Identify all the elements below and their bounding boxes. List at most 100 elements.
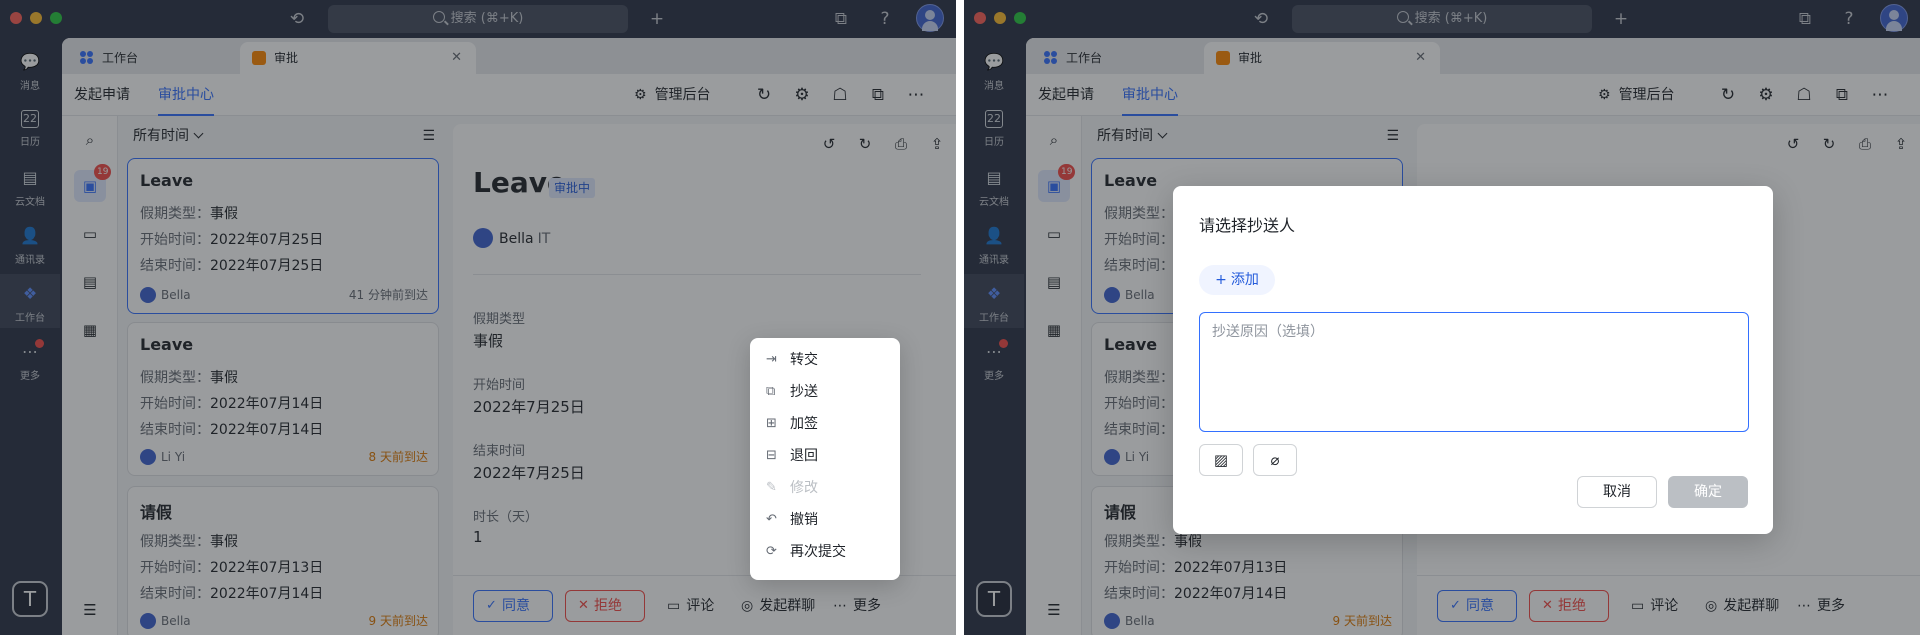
close-window-button[interactable] [974, 12, 986, 24]
close-tab-icon[interactable]: ✕ [451, 42, 462, 74]
tab-approval-center[interactable]: 审批中心 [158, 74, 214, 116]
tab-approval[interactable]: 审批 ✕ [240, 42, 476, 74]
menu-item-resubmit[interactable]: ⟳ 再次提交 [756, 536, 894, 568]
group-chat-button[interactable]: ◎ 发起群聊 [741, 590, 815, 622]
menu-item-revoke[interactable]: ↶ 撤销 [756, 504, 894, 536]
rail-item-docs[interactable]: ▤ 云文档 [964, 158, 1024, 212]
rail-item-workplace[interactable]: ❖ 工作台 [964, 274, 1024, 328]
tab-submit-request[interactable]: 发起申请 [74, 74, 130, 116]
pending-approvals-icon[interactable]: ▣ 19 [1038, 164, 1076, 202]
screen-share-icon[interactable]: ⧉ [830, 8, 852, 30]
more-options-icon[interactable]: ⋯ [1870, 85, 1890, 105]
workspace-avatar[interactable]: T [12, 581, 48, 617]
settings-icon[interactable]: ⚙ [792, 85, 812, 105]
global-search-input[interactable]: 搜索 (⌘+K) [328, 5, 628, 33]
workspace-avatar[interactable]: T [976, 581, 1012, 617]
rail-item-docs[interactable]: ▤ 云文档 [0, 158, 60, 212]
share-icon[interactable]: ⇪ [927, 134, 947, 154]
help-icon[interactable]: ? [1838, 8, 1860, 30]
more-actions-button[interactable]: ⋯ 更多 [833, 590, 881, 622]
sort-icon[interactable]: ☰ [422, 128, 435, 144]
rail-item-calendar[interactable]: 22 日历 [964, 100, 1024, 154]
rail-item-more[interactable]: ⋯ 更多 [0, 332, 60, 386]
close-window-button[interactable] [10, 12, 22, 24]
admin-console-link[interactable]: ⚙ 管理后台 [1598, 74, 1675, 116]
print-icon[interactable]: ⎙ [1855, 134, 1875, 154]
recall-icon[interactable]: ↺ [1783, 134, 1803, 154]
search-icon[interactable]: ⌕ [1038, 124, 1070, 156]
list-toggle-icon[interactable]: ☰ [1038, 594, 1070, 626]
refresh-detail-icon[interactable]: ↻ [1819, 134, 1839, 154]
reject-button[interactable]: ✕ 拒绝 [1529, 590, 1609, 622]
rail-item-contacts[interactable]: 👤 通讯录 [964, 216, 1024, 270]
tab-approval-center[interactable]: 审批中心 [1122, 74, 1178, 116]
tab-submit-request[interactable]: 发起申请 [1038, 74, 1094, 116]
split-view-icon[interactable]: ⧉ [1832, 85, 1852, 105]
split-view-icon[interactable]: ⧉ [868, 85, 888, 105]
sort-icon[interactable]: ☰ [1386, 128, 1399, 144]
cc-reason-input[interactable] [1199, 312, 1749, 432]
cc-inbox-icon[interactable]: ▦ [74, 314, 106, 346]
refresh-icon[interactable]: ↻ [1718, 85, 1738, 105]
rail-item-messages[interactable]: 💬 消息 [964, 42, 1024, 96]
search-icon[interactable]: ⌕ [74, 124, 106, 156]
menu-item-add-signer[interactable]: ⊞ 加签 [756, 408, 894, 440]
pending-approvals-icon[interactable]: ▣ 19 [74, 164, 112, 202]
print-icon[interactable]: ⎙ [891, 134, 911, 154]
history-icon[interactable]: ⟲ [286, 8, 308, 30]
attach-file-button[interactable]: ⌀ [1253, 444, 1297, 476]
new-plus-icon[interactable]: + [646, 8, 668, 30]
menu-item-return[interactable]: ⊟ 退回 [756, 440, 894, 472]
approval-card[interactable]: Leave 假期类型：事假 开始时间：2022年07月25日 结束时间：2022… [127, 158, 439, 314]
menu-item-cc[interactable]: ⧉ 抄送 [756, 376, 894, 408]
confirm-button[interactable]: 确定 [1668, 476, 1748, 508]
time-filter-dropdown[interactable]: 所有时间 [133, 116, 204, 156]
zoom-window-button[interactable] [1014, 12, 1026, 24]
rail-item-more[interactable]: ⋯ 更多 [964, 332, 1024, 386]
zoom-window-button[interactable] [50, 12, 62, 24]
close-tab-icon[interactable]: ✕ [1415, 42, 1426, 74]
rail-item-contacts[interactable]: 👤 通讯录 [0, 216, 60, 270]
add-recipient-button[interactable]: + 添加 [1199, 265, 1275, 295]
insert-image-button[interactable]: ▨ [1199, 444, 1243, 476]
rail-item-calendar[interactable]: 22 日历 [0, 100, 60, 154]
approve-button[interactable]: ✓ 同意 [1437, 590, 1517, 622]
help-icon[interactable]: ? [874, 8, 896, 30]
tab-workplace[interactable]: 工作台 [1032, 42, 1204, 74]
submitted-icon[interactable]: ▤ [74, 266, 106, 298]
more-actions-button[interactable]: ⋯ 更多 [1797, 590, 1845, 622]
group-chat-button[interactable]: ◎ 发起群聊 [1705, 590, 1779, 622]
comment-button[interactable]: ▭ 评论 [1631, 590, 1678, 622]
user-avatar[interactable] [916, 4, 944, 32]
user-avatar[interactable] [1880, 4, 1908, 32]
time-filter-dropdown[interactable]: 所有时间 [1097, 116, 1168, 156]
new-plus-icon[interactable]: + [1610, 8, 1632, 30]
archive-icon[interactable]: ▭ [74, 218, 106, 250]
recall-icon[interactable]: ↺ [819, 134, 839, 154]
approval-card[interactable]: Leave 假期类型：事假 开始时间：2022年07月14日 结束时间：2022… [127, 322, 439, 476]
rail-item-workplace[interactable]: ❖ 工作台 [0, 274, 60, 328]
refresh-icon[interactable]: ↻ [754, 85, 774, 105]
approve-button[interactable]: ✓ 同意 [473, 590, 553, 622]
cancel-button[interactable]: 取消 [1577, 476, 1657, 508]
tab-approval[interactable]: 审批 ✕ [1204, 42, 1440, 74]
comment-button[interactable]: ▭ 评论 [667, 590, 714, 622]
refresh-detail-icon[interactable]: ↻ [855, 134, 875, 154]
minimize-window-button[interactable] [994, 12, 1006, 24]
share-icon[interactable]: ⇪ [1891, 134, 1911, 154]
bot-icon[interactable]: ☖ [830, 85, 850, 105]
tab-workplace[interactable]: 工作台 [68, 42, 240, 74]
approval-card[interactable]: 请假 假期类型：事假 开始时间：2022年07月13日 结束时间：2022年07… [127, 486, 439, 635]
more-options-icon[interactable]: ⋯ [906, 85, 926, 105]
cc-inbox-icon[interactable]: ▦ [1038, 314, 1070, 346]
archive-icon[interactable]: ▭ [1038, 218, 1070, 250]
history-icon[interactable]: ⟲ [1250, 8, 1272, 30]
list-toggle-icon[interactable]: ☰ [74, 594, 106, 626]
bot-icon[interactable]: ☖ [1794, 85, 1814, 105]
menu-item-transfer[interactable]: ⇥ 转交 [756, 344, 894, 376]
admin-console-link[interactable]: ⚙ 管理后台 [634, 74, 711, 116]
rail-item-messages[interactable]: 💬 消息 [0, 42, 60, 96]
screen-share-icon[interactable]: ⧉ [1794, 8, 1816, 30]
settings-icon[interactable]: ⚙ [1756, 85, 1776, 105]
minimize-window-button[interactable] [30, 12, 42, 24]
